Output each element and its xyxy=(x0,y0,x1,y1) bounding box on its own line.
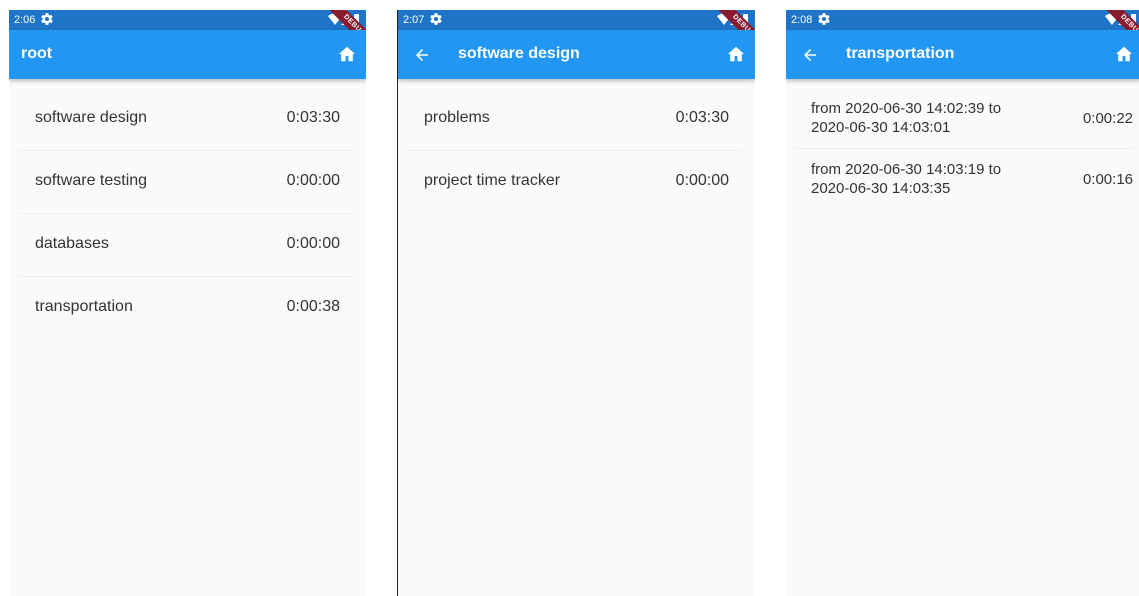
interval-duration: 0:00:16 xyxy=(1082,171,1133,188)
app-bar: software design xyxy=(398,30,755,79)
back-arrow-icon[interactable] xyxy=(413,46,431,64)
status-time: 2:07 xyxy=(403,14,425,26)
activity-duration: 0:03:30 xyxy=(675,109,729,126)
interval-from: from 2020-06-30 14:02:39 to xyxy=(811,100,1002,117)
interval-to: 2020-06-30 14:03:35 xyxy=(811,180,951,197)
page-title: software design xyxy=(458,45,580,62)
gear-icon xyxy=(430,13,442,25)
list-item[interactable]: project time tracker 0:00:00 xyxy=(408,151,741,213)
activity-name: problems xyxy=(424,109,490,126)
gear-icon xyxy=(818,13,830,25)
gear-icon xyxy=(41,13,53,25)
list-item[interactable]: software design 0:03:30 xyxy=(19,88,352,151)
phone-screen-transportation: 2:08 DEBUG transportation from 2020-06-3… xyxy=(786,10,1139,596)
list-item[interactable]: from 2020-06-30 14:03:19 to 2020-06-30 1… xyxy=(795,149,1133,209)
home-icon[interactable] xyxy=(338,46,356,62)
page-title: transportation xyxy=(846,45,955,62)
app-bar: root xyxy=(9,30,366,79)
interval-from: from 2020-06-30 14:03:19 to xyxy=(811,161,1002,178)
activity-list: problems 0:03:30 project time tracker 0:… xyxy=(408,88,741,213)
activity-name: software testing xyxy=(35,172,148,189)
list-item[interactable]: problems 0:03:30 xyxy=(408,88,741,151)
list-item[interactable]: software testing 0:00:00 xyxy=(19,151,352,214)
page-title: root xyxy=(21,45,53,62)
list-item[interactable]: databases 0:00:00 xyxy=(19,214,352,277)
phone-screen-root: 2:06 DEBUG root software design 0:03:30 … xyxy=(9,10,366,596)
interval-to: 2020-06-30 14:03:01 xyxy=(811,119,951,136)
activity-duration: 0:00:38 xyxy=(286,298,340,315)
activity-duration: 0:00:00 xyxy=(286,172,340,189)
list-item[interactable]: transportation 0:00:38 xyxy=(19,277,352,339)
interval-duration: 0:00:22 xyxy=(1082,110,1133,127)
activity-duration: 0:03:30 xyxy=(286,109,340,126)
status-bar: 2:07 DEBUG xyxy=(398,10,755,58)
home-icon[interactable] xyxy=(727,46,745,62)
back-arrow-icon[interactable] xyxy=(801,46,819,64)
activity-duration: 0:00:00 xyxy=(675,172,729,189)
activity-name: project time tracker xyxy=(424,172,561,189)
activity-name: transportation xyxy=(35,298,133,315)
interval-range: from 2020-06-30 14:03:19 to 2020-06-30 1… xyxy=(811,160,1051,198)
status-time: 2:06 xyxy=(14,14,36,26)
phone-screen-software-design: 2:07 DEBUG software design problems 0:03… xyxy=(397,10,755,596)
activity-name: software design xyxy=(35,109,148,126)
status-bar: 2:08 DEBUG xyxy=(786,10,1139,58)
app-bar: transportation xyxy=(786,30,1139,79)
activity-name: databases xyxy=(35,235,109,252)
status-time: 2:08 xyxy=(791,14,813,26)
interval-list: from 2020-06-30 14:02:39 to 2020-06-30 1… xyxy=(795,88,1133,209)
status-bar: 2:06 DEBUG xyxy=(9,10,366,58)
home-icon[interactable] xyxy=(1115,46,1133,62)
activity-list: software design 0:03:30 software testing… xyxy=(19,88,352,339)
interval-range: from 2020-06-30 14:02:39 to 2020-06-30 1… xyxy=(811,99,1051,137)
list-item[interactable]: from 2020-06-30 14:02:39 to 2020-06-30 1… xyxy=(795,88,1133,149)
activity-duration: 0:00:00 xyxy=(286,235,340,252)
